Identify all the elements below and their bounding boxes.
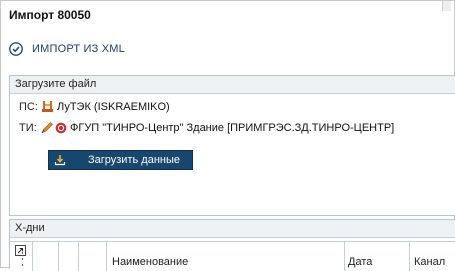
ps-value: ЛуТЭК (ISKRAEMIKO) [57, 100, 170, 113]
pencil-icon [41, 122, 53, 134]
substation-icon [42, 101, 53, 112]
x-days-panel: Х-дни Наименование Дата Канал [9, 219, 455, 271]
title-bar: Импорт 80050 [1, 1, 454, 31]
grid-column-date[interactable]: Дата [344, 242, 409, 271]
grid-column-channel[interactable]: Канал [409, 242, 455, 271]
upload-button-label: Загрузить данные [88, 154, 180, 166]
substation-row: ПС: ЛуТЭК (ISKRAEMIKO) [19, 100, 170, 113]
upload-file-panel: Загрузите файл ПС: ЛуТЭК (ISKRAEMIKO) ТИ… [9, 75, 455, 216]
import-window: Импорт 80050 ИМПОРТ ИЗ XML Загрузите фай… [0, 0, 455, 271]
upload-data-button[interactable]: Загрузить данные [48, 150, 193, 170]
ti-label: ТИ: [19, 121, 37, 134]
column-date-header: Дата [348, 256, 373, 268]
ti-value: ФГУП "ТИНРО-Центр" Здание [ПРИМГРЭС.ЗД.Т… [70, 121, 395, 134]
import-xml-section[interactable]: ИМПОРТ ИЗ XML [9, 39, 125, 59]
measurement-row: ТИ: ФГУП "ТИНРО-Центр" Здание [ПРИМГРЭС.… [19, 121, 394, 134]
grid-column-status [58, 242, 78, 271]
download-icon [54, 155, 66, 166]
error-circle-icon [55, 122, 67, 133]
row-handle [22, 252, 23, 266]
import-xml-label: ИМПОРТ ИЗ XML [32, 43, 125, 55]
grid-column-checkbox [32, 242, 58, 271]
window-title: Импорт 80050 [9, 8, 91, 22]
scrollbar[interactable] [442, 1, 451, 11]
x-days-panel-header: Х-дни [10, 220, 455, 238]
grid-column-type [78, 242, 106, 271]
x-days-grid: Наименование Дата Канал [10, 241, 455, 271]
grid-column-name[interactable]: Наименование [106, 242, 344, 271]
column-name-header: Наименование [112, 256, 189, 268]
column-channel-header: Канал [414, 256, 446, 268]
ps-label: ПС: [19, 100, 38, 113]
check-circle-icon [9, 42, 23, 56]
upload-panel-header: Загрузите файл [10, 76, 455, 94]
